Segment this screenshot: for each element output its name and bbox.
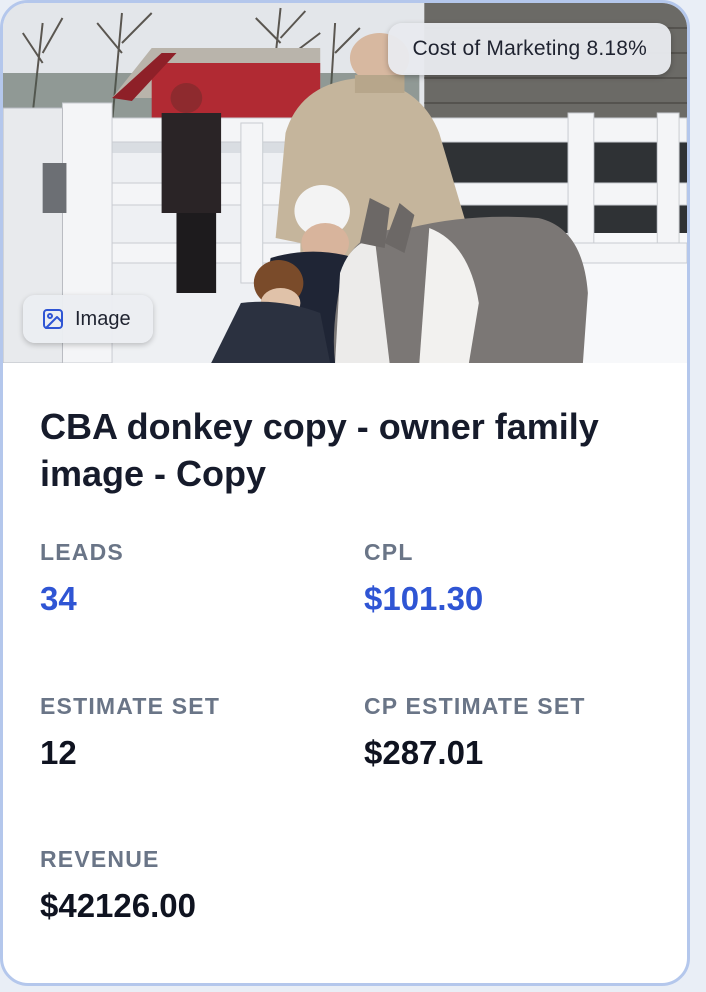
card-body: CBA donkey copy - owner family image - C… xyxy=(40,403,657,497)
stat-cpl-label: CPL xyxy=(364,539,414,565)
stat-cpl-value: $101.30 xyxy=(364,580,484,617)
stat-cp-estimate-set-value: $287.01 xyxy=(364,734,484,771)
stat-leads: LEADS 34 xyxy=(40,539,340,618)
media-type-badge: Image xyxy=(23,295,153,343)
stat-estimate-set-value: 12 xyxy=(40,734,77,771)
creative-title: CBA donkey copy - owner family image - C… xyxy=(40,406,599,494)
stat-revenue: REVENUE $42126.00 xyxy=(40,846,340,925)
cost-of-marketing-badge: Cost of Marketing 8.18% xyxy=(388,23,671,75)
stat-estimate-set: ESTIMATE SET 12 xyxy=(40,693,340,772)
cost-of-marketing-text: Cost of Marketing 8.18% xyxy=(412,37,647,60)
ad-creative-card[interactable]: Cost of Marketing 8.18% Image CBA donkey… xyxy=(0,0,690,986)
stat-leads-value: 34 xyxy=(40,580,77,617)
creative-image[interactable]: Cost of Marketing 8.18% Image xyxy=(3,3,687,363)
stat-cpl: CPL $101.30 xyxy=(364,539,664,618)
stat-revenue-label: REVENUE xyxy=(40,846,160,872)
stat-cp-estimate-set: CP ESTIMATE SET $287.01 xyxy=(364,693,664,772)
stat-leads-label: LEADS xyxy=(40,539,124,565)
stat-cp-estimate-set-label: CP ESTIMATE SET xyxy=(364,693,586,719)
media-type-label: Image xyxy=(75,307,131,330)
stat-revenue-value: $42126.00 xyxy=(40,887,196,924)
image-icon xyxy=(41,307,65,331)
stat-estimate-set-label: ESTIMATE SET xyxy=(40,693,221,719)
